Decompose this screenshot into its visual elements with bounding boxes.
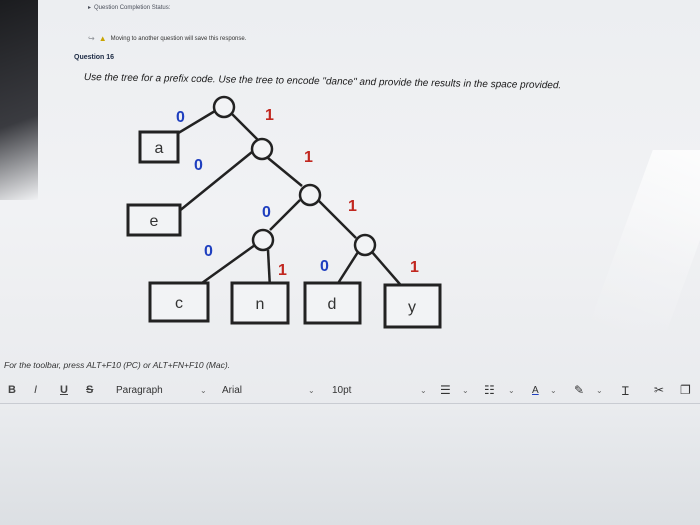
edge-label-n4-1: 1 [410, 259, 419, 276]
font-size-select[interactable]: 10pt [332, 385, 351, 396]
internal-node-2 [298, 183, 322, 207]
chevron-down-icon[interactable]: ⌄ [550, 386, 557, 395]
internal-node-1 [250, 137, 274, 161]
edge-label-n2-1: 1 [348, 198, 357, 215]
edge-label-root-1: 1 [265, 107, 274, 124]
edge-label-n2-0: 0 [262, 204, 271, 221]
font-size-value: 10pt [332, 384, 352, 396]
edge-label-n4-0: 0 [320, 258, 329, 275]
edge-labels: 0 1 0 1 0 1 0 1 0 1 [176, 107, 419, 279]
edge-label-root-0: 0 [176, 109, 185, 126]
underline-button[interactable]: U [60, 384, 68, 396]
screen: ▸ Question Completion Status: ↪ ▲ Moving … [0, 0, 700, 525]
chevron-down-icon[interactable]: ⌄ [596, 386, 603, 395]
answer-editor[interactable] [0, 404, 700, 525]
leaf-n: n [256, 296, 265, 313]
chevron-down-icon[interactable]: ⌄ [462, 386, 469, 395]
text-color-button[interactable]: A [532, 385, 539, 396]
chevron-down-icon[interactable]: ⌄ [308, 386, 315, 395]
edge-root-n1 [231, 113, 259, 141]
clear-formatting-icon[interactable]: Ɪ [622, 382, 629, 399]
leaf-e: e [150, 213, 159, 230]
leaf-y: y [408, 299, 416, 316]
bullet-list-icon[interactable]: ☰ [440, 383, 451, 397]
edge-n1-e [177, 151, 253, 213]
leaf-d: d [328, 296, 337, 313]
tree-leaves: a e c n d y [126, 130, 442, 329]
internal-node-3 [251, 228, 275, 252]
font-family-select[interactable]: Arial [222, 385, 242, 396]
edge-label-n1-0: 0 [194, 157, 203, 174]
block-format-value: Paragraph [116, 384, 163, 396]
edge-label-n3-1: 1 [278, 262, 287, 279]
toolbar-hint: For the toolbar, press ALT+F10 (PC) or A… [4, 360, 231, 370]
edge-label-n1-1: 1 [304, 149, 313, 166]
edge-n1-n2 [267, 157, 303, 187]
numbered-list-icon[interactable]: ☷ [484, 383, 495, 397]
block-format-select[interactable]: Paragraph [116, 385, 163, 396]
leaf-a: a [155, 140, 164, 157]
chevron-down-icon[interactable]: ⌄ [200, 386, 207, 395]
tree-edges [174, 106, 406, 291]
editor-toolbar: B I U S Paragraph ⌄ Arial ⌄ 10pt ⌄ ☰ ⌄ ☷… [0, 377, 700, 404]
chevron-down-icon[interactable]: ⌄ [508, 386, 515, 395]
strikethrough-button[interactable]: S [86, 384, 93, 396]
highlight-pen-icon[interactable]: ✎ [574, 383, 584, 397]
font-family-value: Arial [222, 384, 243, 396]
copy-icon[interactable]: ❐ [680, 383, 691, 397]
internal-node-4 [353, 233, 377, 257]
cut-icon[interactable]: ✂ [654, 383, 664, 397]
chevron-down-icon[interactable]: ⌄ [420, 386, 427, 395]
bold-button[interactable]: B [8, 384, 16, 396]
edge-n2-n3 [269, 199, 301, 231]
italic-button[interactable]: I [34, 384, 37, 396]
edge-label-n3-0: 0 [204, 243, 213, 260]
leaf-c: c [175, 295, 183, 312]
root-node [212, 95, 236, 119]
